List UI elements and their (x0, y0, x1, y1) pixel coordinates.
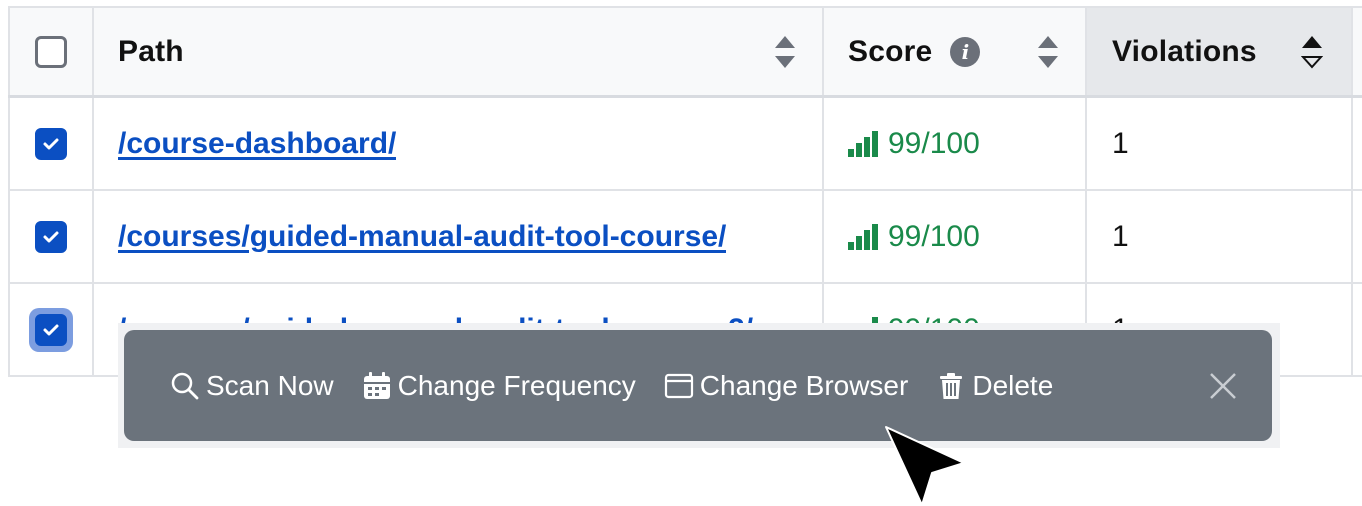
scan-now-label: Scan Now (206, 369, 334, 401)
path-cell: /course-dashboard/ (92, 98, 822, 189)
score-value: 99/100 (888, 126, 980, 160)
select-all-checkbox[interactable] (35, 35, 67, 68)
bulk-action-toolbar: Scan Now Change Frequency Change Browser (124, 330, 1272, 441)
page: Path Score i Violations /course-dashboar… (0, 0, 1362, 506)
sort-icon[interactable] (774, 34, 796, 70)
row-checkbox[interactable] (35, 313, 67, 346)
score-value: 99/100 (888, 219, 980, 253)
column-header-path-label: Path (118, 34, 184, 68)
search-icon (171, 372, 199, 399)
row-checkbox[interactable] (35, 220, 67, 253)
header-edge-cell (1351, 8, 1362, 95)
signal-bars-icon (848, 130, 878, 157)
column-header-violations-label: Violations (1112, 34, 1257, 68)
violations-cell: 1 (1085, 191, 1351, 282)
signal-bars-icon (848, 223, 878, 250)
delete-button[interactable]: Delete (936, 370, 1053, 402)
violations-cell: 1 (1085, 98, 1351, 189)
header-select-cell (8, 8, 92, 95)
column-header-path[interactable]: Path (92, 8, 822, 95)
checkmark-icon (43, 324, 59, 335)
violations-value: 1 (1112, 219, 1129, 253)
row-select-cell (8, 284, 92, 375)
change-browser-label: Change Browser (699, 369, 909, 401)
checkbox-focus-ring (29, 307, 73, 352)
score-cell: 99/100 (822, 98, 1085, 189)
row-edge-cell (1351, 98, 1362, 189)
calendar-icon (363, 371, 390, 399)
info-icon[interactable]: i (950, 36, 981, 67)
column-header-violations[interactable]: Violations (1085, 8, 1351, 95)
scan-now-button[interactable]: Scan Now (170, 370, 334, 402)
score-cell: 99/100 (822, 191, 1085, 282)
mouse-pointer-icon (885, 426, 965, 506)
row-select-cell (8, 191, 92, 282)
row-checkbox[interactable] (35, 127, 67, 160)
path-link[interactable]: /course-dashboard/ (118, 127, 396, 161)
delete-label: Delete (972, 369, 1054, 401)
table-header-row: Path Score i Violations (8, 6, 1362, 98)
column-header-score-label: Score (848, 34, 933, 68)
change-browser-button[interactable]: Change Browser (664, 369, 909, 402)
table-row: /course-dashboard/ 99/100 1 (8, 98, 1362, 191)
sort-icon[interactable] (1037, 34, 1059, 70)
row-select-cell (8, 98, 92, 189)
checkmark-icon (43, 138, 59, 149)
browser-window-icon (664, 373, 693, 398)
column-header-score[interactable]: Score i (822, 8, 1085, 95)
violations-value: 1 (1112, 126, 1129, 160)
close-icon[interactable] (1208, 371, 1238, 401)
change-frequency-label: Change Frequency (397, 369, 636, 401)
row-edge-cell (1351, 191, 1362, 282)
row-edge-cell (1351, 284, 1362, 375)
change-frequency-button[interactable]: Change Frequency (362, 370, 636, 402)
table-row: /courses/guided-manual-audit-tool-course… (8, 191, 1362, 284)
trash-icon (940, 372, 963, 399)
checkmark-icon (43, 231, 59, 242)
path-link[interactable]: /courses/guided-manual-audit-tool-course… (118, 220, 726, 254)
sort-ascending-icon[interactable] (1301, 34, 1323, 70)
path-cell: /courses/guided-manual-audit-tool-course… (92, 191, 822, 282)
